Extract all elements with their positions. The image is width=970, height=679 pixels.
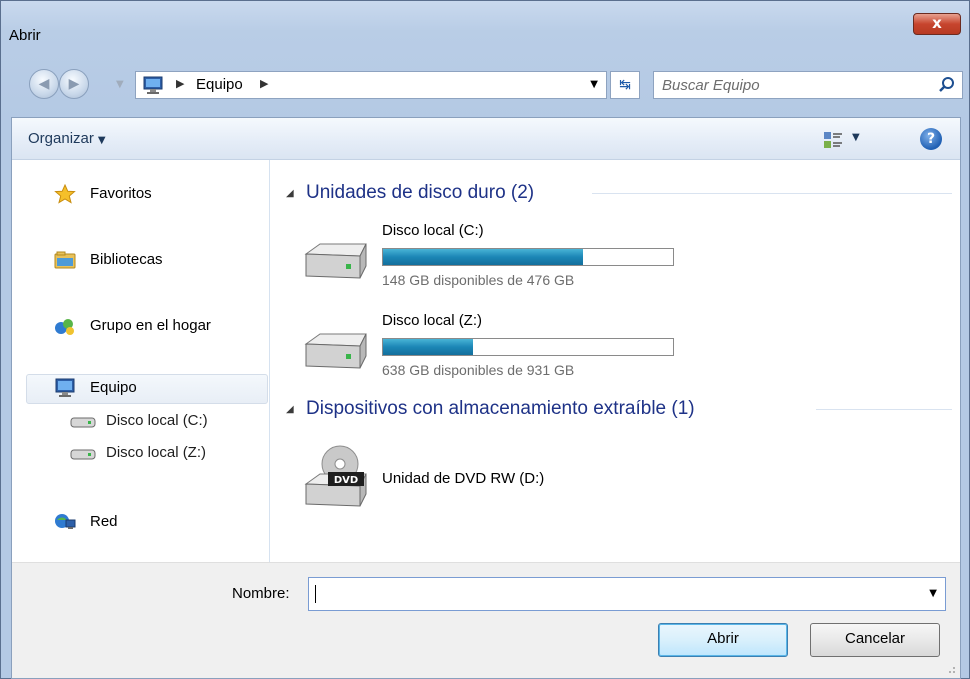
organize-menu-button[interactable]: Organizar ▼ [28, 130, 106, 147]
group-divider [816, 409, 952, 410]
sidebar-item-label: Grupo en el hogar [90, 317, 211, 334]
computer-icon [143, 76, 163, 94]
dvd-drive-item[interactable]: DVD Unidad de DVD RW (D:) [300, 444, 700, 514]
group-divider [592, 193, 952, 194]
open-dialog: Abrir x ◀ ▶ ▼ ▶ Equipo ▶ ▼ ↹ Buscar Equi… [0, 0, 970, 679]
view-options-icon[interactable] [822, 130, 844, 150]
hard-drive-icon [304, 333, 367, 369]
back-button[interactable]: ◀ [29, 69, 59, 99]
navigation-bar: ◀ ▶ ▼ ▶ Equipo ▶ ▼ ↹ [1, 65, 969, 107]
file-name-panel: Nombre: ▼ Abrir Cancelar [12, 562, 960, 678]
filename-input[interactable] [309, 578, 909, 610]
group-title: Unidades de disco duro (2) [306, 182, 535, 203]
hard-drive-icon [304, 243, 367, 279]
cancel-button[interactable]: Cancelar [810, 623, 940, 657]
sidebar-item-label: Red [90, 513, 118, 530]
drive-icon [70, 449, 96, 460]
collapse-triangle-icon[interactable]: ◢ [286, 404, 294, 415]
filename-dropdown-icon[interactable]: ▼ [929, 588, 937, 599]
sidebar-item-label: Favoritos [90, 185, 152, 202]
recent-locations-dropdown[interactable]: ▼ [116, 79, 124, 90]
breadcrumb-separator-icon[interactable]: ▶ [260, 77, 268, 90]
command-toolbar: Organizar ▼ ▼ ? [12, 118, 960, 160]
dvd-badge: DVD [334, 475, 358, 486]
drive-usage-bar [382, 338, 674, 356]
sidebar-item-label: Bibliotecas [90, 251, 163, 268]
filename-label: Nombre: [232, 585, 290, 602]
group-title: Dispositivos con almacenamiento extraíbl… [306, 398, 695, 419]
search-input[interactable] [654, 72, 930, 98]
address-dropdown-icon[interactable]: ▼ [590, 79, 598, 90]
homegroup-icon [55, 319, 74, 335]
group-header-hard-drives[interactable]: ◢ Unidades de disco duro (2) [286, 180, 952, 206]
drive-name: Disco local (Z:) [382, 312, 483, 329]
forward-arrow-icon: ▶ [68, 76, 80, 92]
collapse-triangle-icon[interactable]: ◢ [286, 188, 294, 199]
drive-icon [70, 417, 96, 428]
forward-button[interactable]: ▶ [59, 69, 89, 99]
open-button[interactable]: Abrir [658, 623, 788, 657]
refresh-button[interactable]: ↹ [610, 71, 640, 99]
help-icon[interactable]: ? [920, 128, 942, 150]
navigation-pane: Favoritos Bibliotecas Grupo en el hogar [12, 160, 270, 562]
organize-label: Organizar [28, 130, 94, 147]
refresh-icon: ↹ [619, 77, 631, 93]
drive-usage-fill [383, 339, 473, 355]
close-button[interactable]: x [913, 13, 961, 35]
libraries-icon [54, 251, 76, 269]
drive-item-z[interactable]: Disco local (Z:) 638 GB disponibles de 9… [300, 312, 700, 392]
address-bar[interactable]: ▶ Equipo ▶ ▼ [135, 71, 607, 99]
sidebar-item-label: Equipo [90, 379, 137, 396]
content-frame: Organizar ▼ ▼ ? Favoritos Bibliotecas Gr… [11, 117, 961, 679]
back-arrow-icon: ◀ [38, 76, 50, 92]
search-box[interactable] [653, 71, 963, 99]
computer-icon [55, 378, 75, 397]
group-header-removable[interactable]: ◢ Dispositivos con almacenamiento extraí… [286, 396, 952, 422]
breadcrumb-equipo[interactable]: Equipo [196, 76, 243, 93]
drive-usage-fill [383, 249, 584, 265]
file-list-pane: ◢ Unidades de disco duro (2) Disco local… [270, 160, 960, 562]
text-cursor [315, 585, 316, 603]
chevron-down-icon: ▼ [97, 135, 106, 146]
network-icon [55, 514, 76, 529]
drive-item-c[interactable]: Disco local (C:) 148 GB disponibles de 4… [300, 222, 700, 302]
device-name: Unidad de DVD RW (D:) [382, 470, 545, 487]
title-bar: Abrir x [1, 1, 969, 57]
star-icon [54, 184, 76, 204]
drive-usage-bar [382, 248, 674, 266]
filename-combobox[interactable]: ▼ [308, 577, 946, 611]
sidebar-item-label: Disco local (C:) [106, 412, 208, 429]
view-dropdown-icon[interactable]: ▼ [852, 132, 860, 143]
window-title: Abrir [9, 27, 41, 44]
sidebar-item-label: Disco local (Z:) [106, 444, 207, 461]
dvd-drive-icon: DVD [304, 445, 367, 507]
resize-grip-icon[interactable] [946, 664, 956, 674]
drive-free-space: 148 GB disponibles de 476 GB [382, 272, 575, 288]
search-icon[interactable] [938, 76, 956, 94]
breadcrumb-separator-icon[interactable]: ▶ [176, 77, 184, 90]
drive-free-space: 638 GB disponibles de 931 GB [382, 362, 575, 378]
drive-name: Disco local (C:) [382, 222, 484, 239]
